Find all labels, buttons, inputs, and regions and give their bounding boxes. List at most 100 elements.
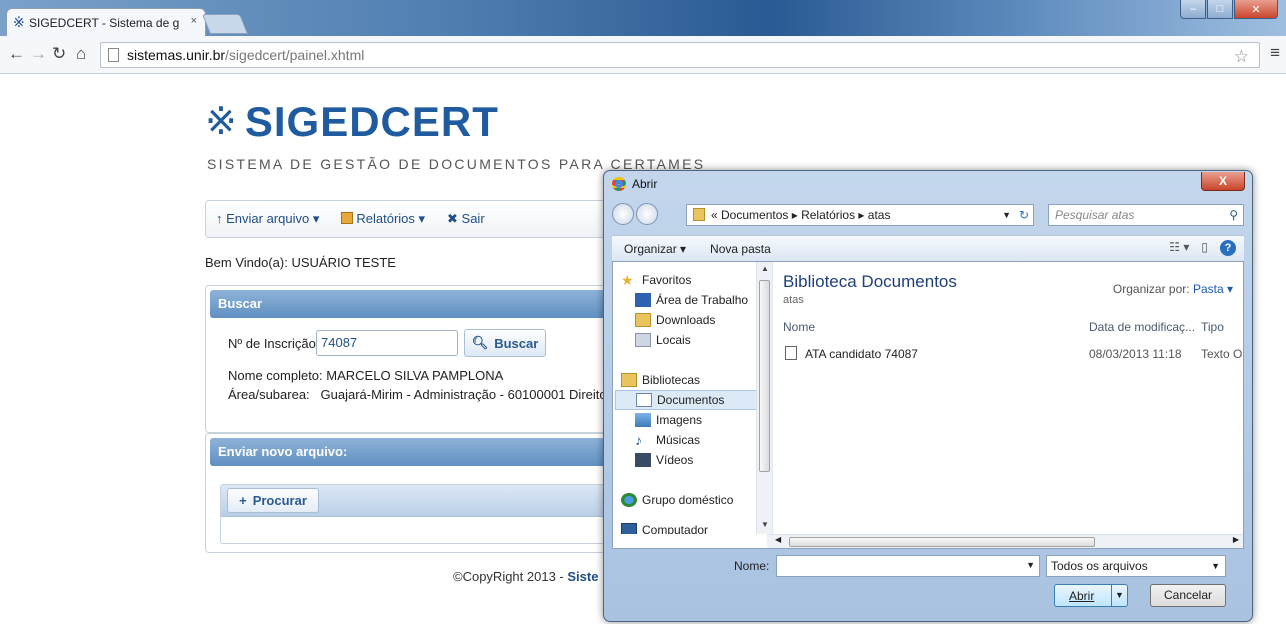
videos-icon xyxy=(635,453,651,467)
buscar-button-label: Buscar xyxy=(494,335,539,351)
nav-locais[interactable]: Locais xyxy=(635,330,691,350)
nav-scroll-thumb[interactable] xyxy=(759,280,770,472)
organize-by-dropdown[interactable]: Pasta ▾ xyxy=(1193,282,1233,296)
site-logo: ※ SIGEDCERT xyxy=(205,96,499,148)
main-menu: ↑ Enviar arquivo ▾ Relatórios ▾ ✖ Sair xyxy=(205,200,625,238)
nav-grupo-domestico-label: Grupo doméstico xyxy=(642,493,734,507)
navigation-pane: ★ Favoritos Área de Trabalho Downloads Lo… xyxy=(613,262,773,534)
tab-close-icon[interactable]: × xyxy=(191,15,197,27)
browser-toolbar: ← → ↻ ⌂ sistemas.unir.br/sigedcert/paine… xyxy=(0,36,1286,74)
window-close-button[interactable]: ✕ xyxy=(1234,0,1278,19)
inscricao-input[interactable]: 74087 xyxy=(316,330,458,356)
reload-icon[interactable]: ↻ xyxy=(52,44,66,64)
file-list-scrollbar[interactable]: ◀ ▶ xyxy=(767,534,1243,548)
maximize-button[interactable]: □ xyxy=(1207,0,1233,19)
copyright-link[interactable]: Siste xyxy=(567,569,598,584)
scroll-up-icon[interactable]: ▲ xyxy=(761,264,769,273)
chevron-down-icon: ▼ xyxy=(1211,561,1220,571)
minimize-button[interactable]: – xyxy=(1180,0,1206,19)
dialog-back-button[interactable] xyxy=(612,203,634,225)
upload-toolbar: + Procurar xyxy=(221,485,619,517)
nav-grupo-domestico[interactable]: Grupo doméstico xyxy=(621,490,733,510)
column-header-data[interactable]: Data de modificaç... xyxy=(1089,320,1195,334)
file-date: 08/03/2013 11:18 xyxy=(1089,347,1182,361)
libraries-icon xyxy=(621,373,637,387)
bookmark-star-icon[interactable]: ☆ xyxy=(1234,45,1249,69)
dialog-address-row: « Documentos ▸ Relatórios ▸ atas ▼ ↻ Pes… xyxy=(612,203,1244,229)
back-arrow-icon[interactable]: ← xyxy=(8,44,25,64)
nav-documentos[interactable]: Documentos xyxy=(615,390,763,410)
nav-downloads[interactable]: Downloads xyxy=(635,310,715,330)
nova-pasta-button[interactable]: Nova pasta xyxy=(710,242,771,256)
nav-videos-label: Vídeos xyxy=(656,453,694,467)
browser-menu-icon[interactable]: ≡ xyxy=(1270,43,1280,63)
file-type-select[interactable]: Todos os arquivos ▼ xyxy=(1046,555,1226,577)
preview-pane-icon[interactable]: ▯ xyxy=(1201,240,1208,256)
organizar-menu[interactable]: Organizar ▾ xyxy=(624,242,686,256)
dialog-body: ★ Favoritos Área de Trabalho Downloads Lo… xyxy=(612,261,1244,549)
dialog-address-bar[interactable]: « Documentos ▸ Relatórios ▸ atas ▼ ↻ xyxy=(686,204,1034,226)
url-path: /sigedcert/painel.xhtml xyxy=(225,47,365,63)
filename-input[interactable]: ▼ xyxy=(776,555,1040,577)
tab-title: SIGEDCERT - Sistema de g xyxy=(29,15,180,30)
folder-icon xyxy=(693,208,705,221)
enviar-panel: Enviar novo arquivo: + Procurar xyxy=(205,433,625,553)
nav-musicas[interactable]: ♪ Músicas xyxy=(635,430,700,450)
dialog-close-button[interactable]: X xyxy=(1201,172,1245,191)
inscricao-label: Nº de Inscrição: xyxy=(228,336,320,351)
view-options-icon[interactable]: ☷ ▾ xyxy=(1169,240,1189,256)
open-button[interactable]: Abrir ▼ xyxy=(1054,584,1128,607)
url-host: sistemas.unir.br xyxy=(127,47,226,63)
nav-bibliotecas[interactable]: Bibliotecas xyxy=(621,370,700,390)
logo-mark-icon: ※ xyxy=(205,101,237,143)
desktop-icon xyxy=(635,293,651,307)
organize-by-label: Organizar por: xyxy=(1112,282,1190,296)
chevron-down-icon[interactable]: ▼ xyxy=(1026,560,1035,570)
nav-area-de-trabalho[interactable]: Área de Trabalho xyxy=(635,290,748,310)
search-icon: ⚲ xyxy=(1229,208,1238,222)
dialog-view-controls: ☷ ▾ ▯ ? xyxy=(1169,240,1236,256)
dialog-address-text: « Documentos ▸ Relatórios ▸ atas xyxy=(711,208,891,222)
browser-tab[interactable]: ※ SIGEDCERT - Sistema de g × xyxy=(6,8,206,36)
buscar-button[interactable]: 🔍︎ Buscar xyxy=(464,329,546,357)
dialog-nav-buttons xyxy=(612,203,658,225)
menu-sair[interactable]: ✖ Sair xyxy=(447,211,485,227)
menu-enviar-arquivo[interactable]: ↑ Enviar arquivo ▾ xyxy=(216,211,319,227)
upload-box: + Procurar xyxy=(220,484,620,544)
nav-imagens[interactable]: Imagens xyxy=(635,410,702,430)
nav-computador-label: Computador xyxy=(642,523,709,534)
address-bar[interactable]: sistemas.unir.br/sigedcert/painel.xhtml … xyxy=(100,42,1260,68)
dialog-search-input[interactable]: Pesquisar atas ⚲ xyxy=(1048,204,1244,226)
nav-favoritos[interactable]: ★ Favoritos xyxy=(621,270,691,290)
home-icon[interactable]: ⌂ xyxy=(76,44,86,64)
scroll-down-icon[interactable]: ▼ xyxy=(761,520,769,529)
browser-chrome: ※ SIGEDCERT - Sistema de g × – □ ✕ ← → ↻… xyxy=(0,0,1286,74)
nav-downloads-label: Downloads xyxy=(656,313,716,327)
file-type: Texto O xyxy=(1201,347,1243,361)
file-list-pane: Biblioteca Documentos atas Organizar por… xyxy=(775,262,1243,534)
text-file-icon xyxy=(785,346,797,360)
chevron-down-icon[interactable]: ▼ xyxy=(1002,205,1011,225)
column-header-nome[interactable]: Nome xyxy=(783,320,815,334)
scroll-left-icon[interactable]: ◀ xyxy=(775,535,781,544)
cancel-button[interactable]: Cancelar xyxy=(1150,584,1226,607)
menu-relatorios[interactable]: Relatórios ▾ xyxy=(341,211,425,227)
library-title: Biblioteca Documentos xyxy=(783,272,957,291)
open-options-chevron-icon[interactable]: ▼ xyxy=(1111,585,1127,606)
nav-area-de-trabalho-label: Área de Trabalho xyxy=(656,293,749,307)
music-icon: ♪ xyxy=(635,432,642,448)
forward-arrow-icon[interactable]: → xyxy=(30,44,47,64)
help-icon[interactable]: ? xyxy=(1220,240,1236,256)
nav-scrollbar[interactable]: ▲ ▼ xyxy=(756,262,772,534)
nav-videos[interactable]: Vídeos xyxy=(635,450,693,470)
procurar-button[interactable]: + Procurar xyxy=(227,488,319,513)
refresh-icon[interactable]: ↻ xyxy=(1019,205,1029,225)
nav-computador[interactable]: Computador xyxy=(621,520,708,534)
column-header-tipo[interactable]: Tipo xyxy=(1201,320,1224,334)
file-list-item[interactable]: ATA candidato 74087 08/03/2013 11:18 Tex… xyxy=(783,344,1243,364)
dialog-forward-button[interactable] xyxy=(636,203,658,225)
scroll-right-icon[interactable]: ▶ xyxy=(1233,535,1239,544)
file-list-scroll-thumb[interactable] xyxy=(789,537,1095,547)
enviar-panel-title: Enviar novo arquivo: xyxy=(210,438,620,466)
new-tab-button[interactable] xyxy=(201,14,249,34)
